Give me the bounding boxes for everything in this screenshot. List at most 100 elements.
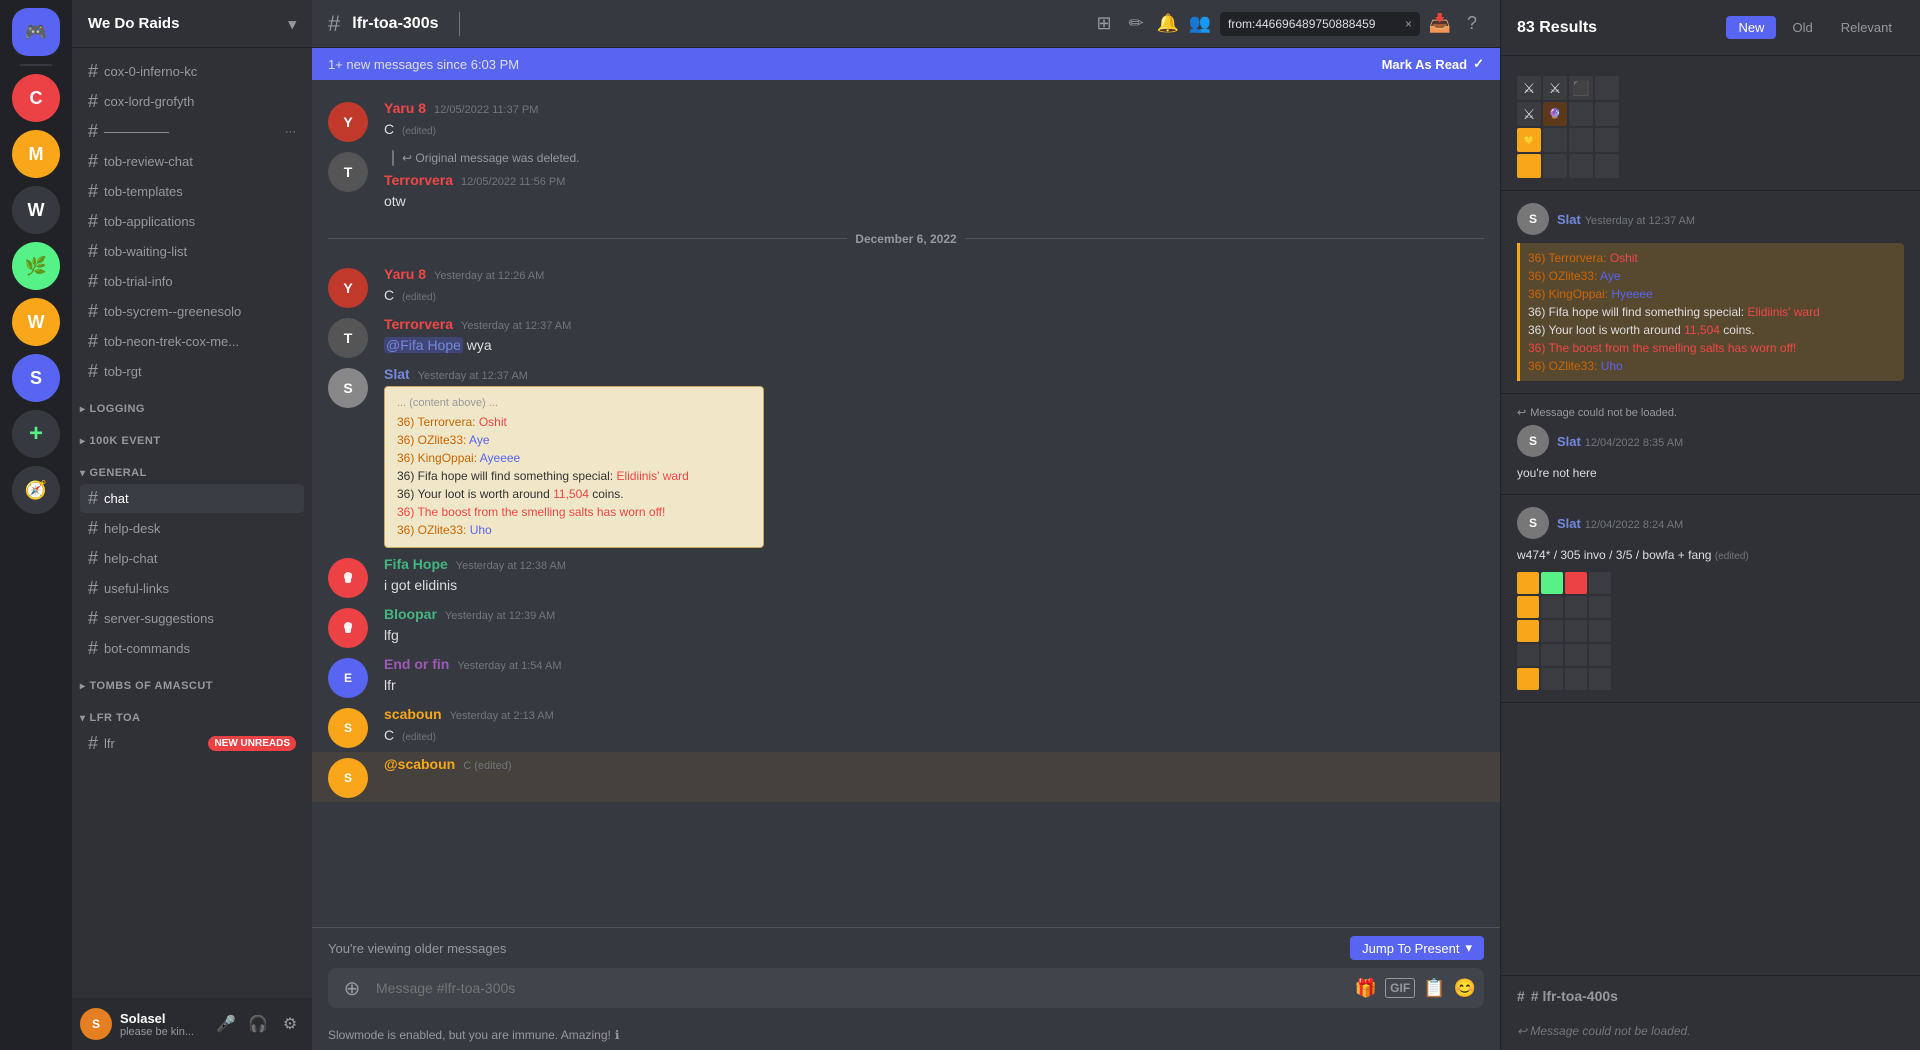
channel-item-bot-commands[interactable]: # bot-commands [80, 634, 304, 663]
channel-item-help-chat[interactable]: # help-chat [80, 544, 304, 573]
channel-sidebar: We Do Raids ▾ # cox-0-inferno-kc # cox-l… [72, 0, 312, 1050]
message-author: End or fin [384, 656, 449, 672]
result-image-grid [1517, 572, 1904, 690]
server-name: We Do Raids [88, 15, 179, 32]
mark-as-read-button[interactable]: Mark As Read ✓ [1382, 56, 1484, 72]
search-result-item[interactable]: ⚔ ⚔ ⬛ ⚔ 🔮 💛 [1501, 64, 1920, 191]
highlight-line: 36) KingOppai: Hyeeee [1528, 285, 1896, 303]
channel-hash-icon: # [88, 211, 98, 232]
message-input[interactable] [376, 968, 1347, 1008]
channel-name: cox-lord-grofyth [104, 94, 194, 109]
add-server-button[interactable]: + [12, 410, 60, 458]
channel-item-chat[interactable]: # chat [80, 484, 304, 513]
channel-item-tob-waiting[interactable]: # tob-waiting-list [80, 237, 304, 266]
category-100k[interactable]: ▸ 100K EVENT [72, 419, 312, 451]
server-icon-2[interactable]: C [12, 74, 60, 122]
message-input-area: ⊕ 🎁 GIF 📋 😊 [312, 968, 1500, 1024]
hashtag-threads-button[interactable]: ⊞ [1092, 12, 1116, 36]
channel-name: tob-neon-trek-cox-me... [104, 334, 239, 349]
add-attachment-button[interactable]: ⊕ [336, 972, 368, 1004]
svg-text:S: S [344, 721, 352, 735]
message-timestamp: Yesterday at 12:37 AM [461, 320, 571, 332]
server-icon-6[interactable]: W [12, 298, 60, 346]
emoji-icon[interactable]: 😊 [1454, 978, 1476, 999]
server-icon-3[interactable]: M [12, 130, 60, 178]
search-box[interactable]: from:446696489750888459 × [1220, 12, 1420, 36]
bell-button[interactable]: 🔔 [1156, 12, 1180, 36]
server-name-header[interactable]: We Do Raids ▾ [72, 0, 312, 48]
channel-item-tob-neon[interactable]: # tob-neon-trek-cox-me... [80, 327, 304, 356]
channel-item-tob-templates[interactable]: # tob-templates [80, 177, 304, 206]
older-messages-banner: You're viewing older messages Jump To Pr… [312, 927, 1500, 968]
filter-tab-old[interactable]: Old [1780, 16, 1824, 39]
user-settings-button[interactable]: ⚙ [276, 1010, 304, 1038]
jump-to-present-button[interactable]: Jump To Present ▾ [1350, 936, 1484, 960]
edited-label: (edited) [402, 126, 436, 137]
category-arrow-icon: ▸ [80, 436, 86, 447]
search-result-item[interactable]: S Slat 12/04/2022 8:24 AM w474* / 305 in… [1501, 495, 1920, 703]
server-icon-4-label: W [28, 200, 45, 221]
message-author: Yaru 8 [384, 100, 426, 116]
channel-item-tob-sycrem[interactable]: # tob-sycrem--greenesolo [80, 297, 304, 326]
channel-item-lfr[interactable]: # lfr NEW UNREADS [80, 729, 304, 758]
channel-item-divider[interactable]: # ――――― ··· [80, 117, 304, 146]
result-img-cell [1517, 620, 1539, 642]
channel-list-scroll: # cox-0-inferno-kc # cox-lord-grofyth # … [72, 48, 312, 998]
mute-mic-button[interactable]: 🎤 [212, 1010, 240, 1038]
deafen-button[interactable]: 🎧 [244, 1010, 272, 1038]
gif-button[interactable]: GIF [1385, 978, 1415, 998]
inbox-button[interactable]: 📥 [1428, 12, 1452, 36]
category-general[interactable]: ▾ GENERAL [72, 451, 312, 483]
channel-item-tob-trial[interactable]: # tob-trial-info [80, 267, 304, 296]
channel-item-useful-links[interactable]: # useful-links [80, 574, 304, 603]
channel-name: lfr [104, 736, 115, 751]
channel-name: tob-waiting-list [104, 244, 187, 259]
channel-item-cox-lord[interactable]: # cox-lord-grofyth [80, 87, 304, 116]
channel-name: help-desk [104, 521, 160, 536]
message-content: scaboun Yesterday at 2:13 AM C (edited) [384, 706, 1484, 746]
explore-button[interactable]: 🧭 [12, 466, 60, 514]
user-avatar: S [80, 1008, 112, 1040]
edited-label: (edited) [1715, 551, 1749, 562]
message-author: Terrorvera [384, 316, 453, 332]
message-content: Yaru 8 12/05/2022 11:37 PM C (edited) [384, 100, 1484, 140]
help-button[interactable]: ? [1460, 12, 1484, 36]
server-icon-7[interactable]: S [12, 354, 60, 402]
filter-tab-relevant[interactable]: Relevant [1829, 16, 1904, 39]
channel-item-help-desk[interactable]: # help-desk [80, 514, 304, 543]
message-author: Bloopar [384, 606, 437, 622]
search-result-item[interactable]: ↩ Message could not be loaded. S Slat 12… [1501, 394, 1920, 495]
filter-tab-new[interactable]: New [1726, 16, 1776, 39]
channel-item-tob-applications[interactable]: # tob-applications [80, 207, 304, 236]
category-lfr-toa[interactable]: ▾ LFR TOA [72, 696, 312, 728]
bottom-msg-text: Message could not be loaded. [1530, 1024, 1690, 1038]
discord-avatar-icon [334, 564, 362, 592]
category-arrow-icon: ▸ [80, 404, 86, 415]
search-panel-channel: # # lfr-toa-400s [1501, 975, 1920, 1016]
server-icon-5[interactable]: 🌿 [12, 242, 60, 290]
search-close-icon[interactable]: × [1405, 17, 1412, 31]
result-timestamp: Yesterday at 12:37 AM [1585, 215, 1695, 227]
channel-item-tob-rgt[interactable]: # tob-rgt [80, 357, 304, 386]
message-author: Yaru 8 [384, 266, 426, 282]
category-tombs[interactable]: ▸ TOMBS OF AMASCUT [72, 664, 312, 696]
result-image-grid: ⚔ ⚔ ⬛ ⚔ 🔮 💛 [1517, 76, 1904, 178]
sticker-icon[interactable]: 📋 [1423, 978, 1445, 999]
members-button[interactable]: 👥 [1188, 12, 1212, 36]
result-img-cell: ⚔ [1543, 76, 1567, 100]
popup-line: 36) Fifa hope will find something specia… [397, 467, 751, 485]
server-icon-4[interactable]: W [12, 186, 60, 234]
user-footer: S Solasel please be kin... 🎤 🎧 ⚙ [72, 998, 312, 1050]
new-messages-banner[interactable]: 1+ new messages since 6:03 PM Mark As Re… [312, 48, 1500, 80]
message-content: Yaru 8 Yesterday at 12:26 AM C (edited) [384, 266, 1484, 306]
channel-item-server-suggestions[interactable]: # server-suggestions [80, 604, 304, 633]
search-result-item[interactable]: S Slat Yesterday at 12:37 AM 36) Terrorv… [1501, 191, 1920, 394]
server-icon-main[interactable]: 🎮 [12, 8, 60, 56]
gift-icon[interactable]: 🎁 [1355, 978, 1377, 999]
edit-button[interactable]: ✏ [1124, 12, 1148, 36]
popup-line: 36) OZlite33: Uho [397, 521, 751, 539]
channel-item-tob-review[interactable]: # tob-review-chat [80, 147, 304, 176]
channel-item-cox-0[interactable]: # cox-0-inferno-kc [80, 57, 304, 86]
category-logging[interactable]: ▸ LOGGING [72, 387, 312, 419]
message-content: End or fin Yesterday at 1:54 AM lfr [384, 656, 1484, 696]
